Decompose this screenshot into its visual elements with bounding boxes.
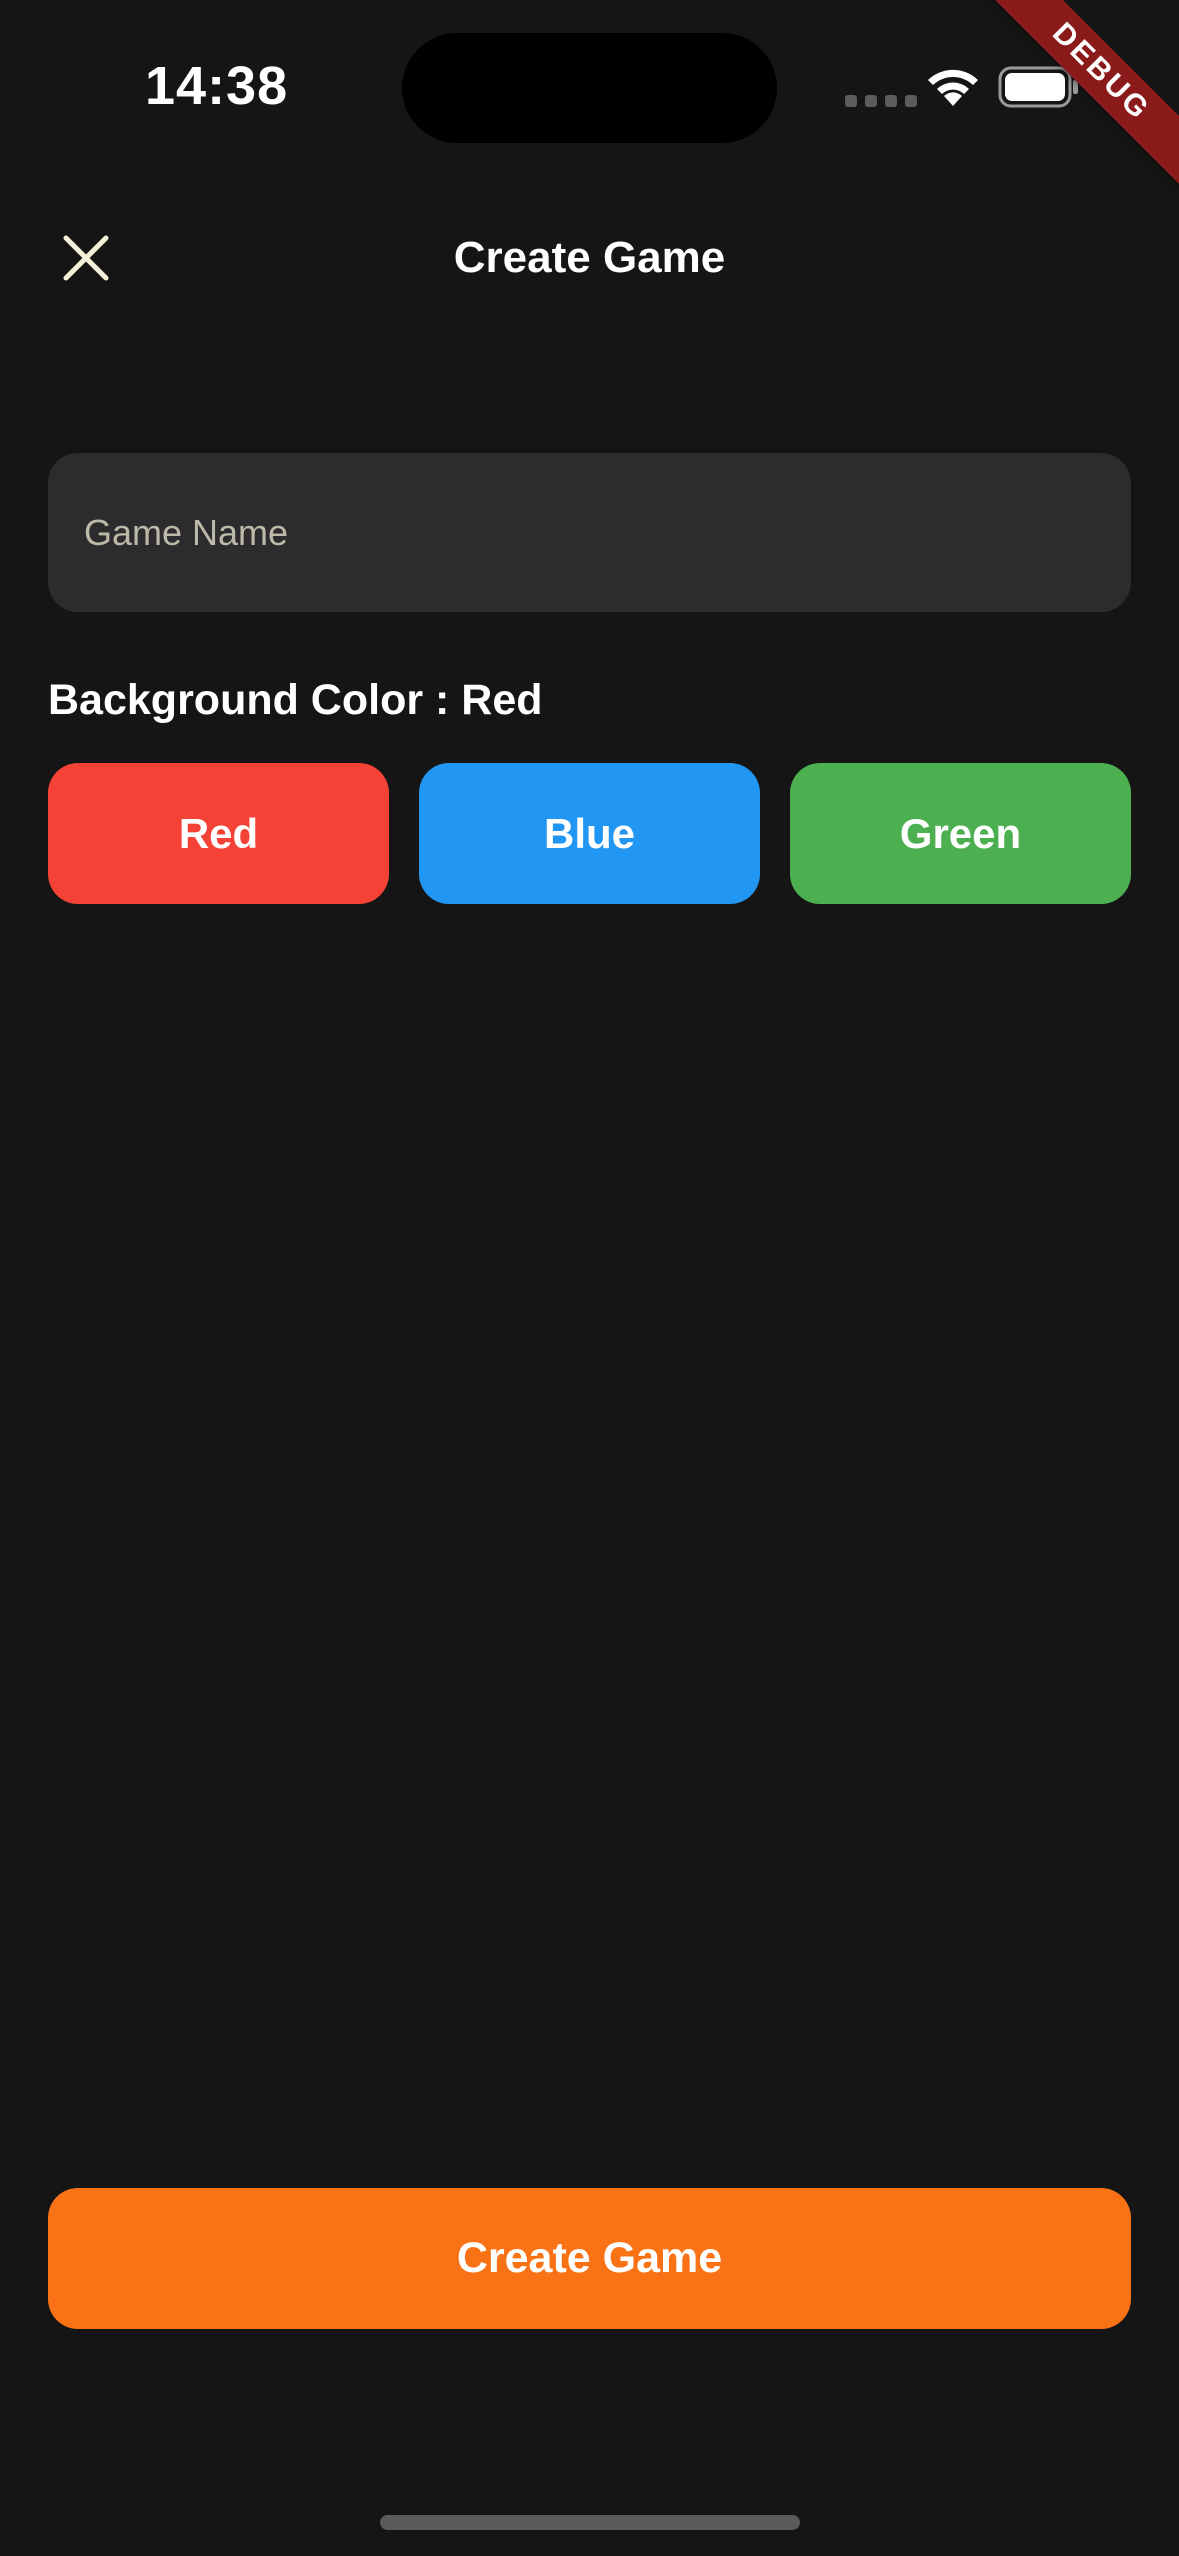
dynamic-island <box>402 33 777 143</box>
wifi-icon <box>928 69 978 106</box>
create-game-button[interactable]: Create Game <box>48 2188 1131 2329</box>
cellular-signal-icon <box>845 95 917 107</box>
create-game-screen: 14:38 DEBUG Create Game Background Color… <box>0 0 1179 2556</box>
status-time: 14:38 <box>145 56 289 116</box>
home-indicator <box>380 2515 800 2530</box>
page-title: Create Game <box>453 233 726 282</box>
color-button-green[interactable]: Green <box>790 763 1131 904</box>
color-options: Red Blue Green <box>48 763 1131 904</box>
game-name-input[interactable] <box>48 453 1131 612</box>
color-button-red[interactable]: Red <box>48 763 389 904</box>
color-button-blue[interactable]: Blue <box>419 763 760 904</box>
background-color-label: Background Color : Red <box>48 676 543 724</box>
